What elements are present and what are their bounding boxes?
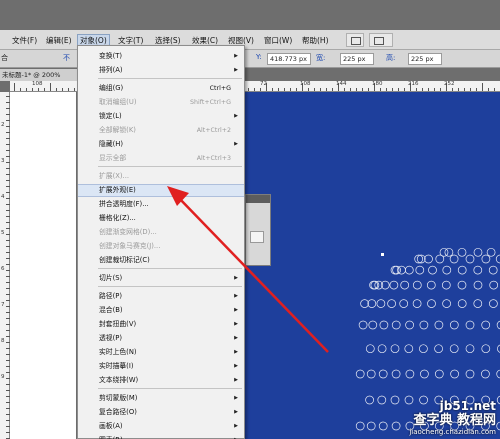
watermark: jb51.net 查字典 教程网 jiaocheng.chazidian.com	[409, 400, 496, 437]
watermark-url: jiaocheng.chazidian.com	[409, 428, 496, 436]
watermark-title: 查字典 教程网	[413, 413, 496, 428]
annotation-arrow	[167, 186, 329, 353]
watermark-site: jb51.net	[439, 399, 496, 413]
